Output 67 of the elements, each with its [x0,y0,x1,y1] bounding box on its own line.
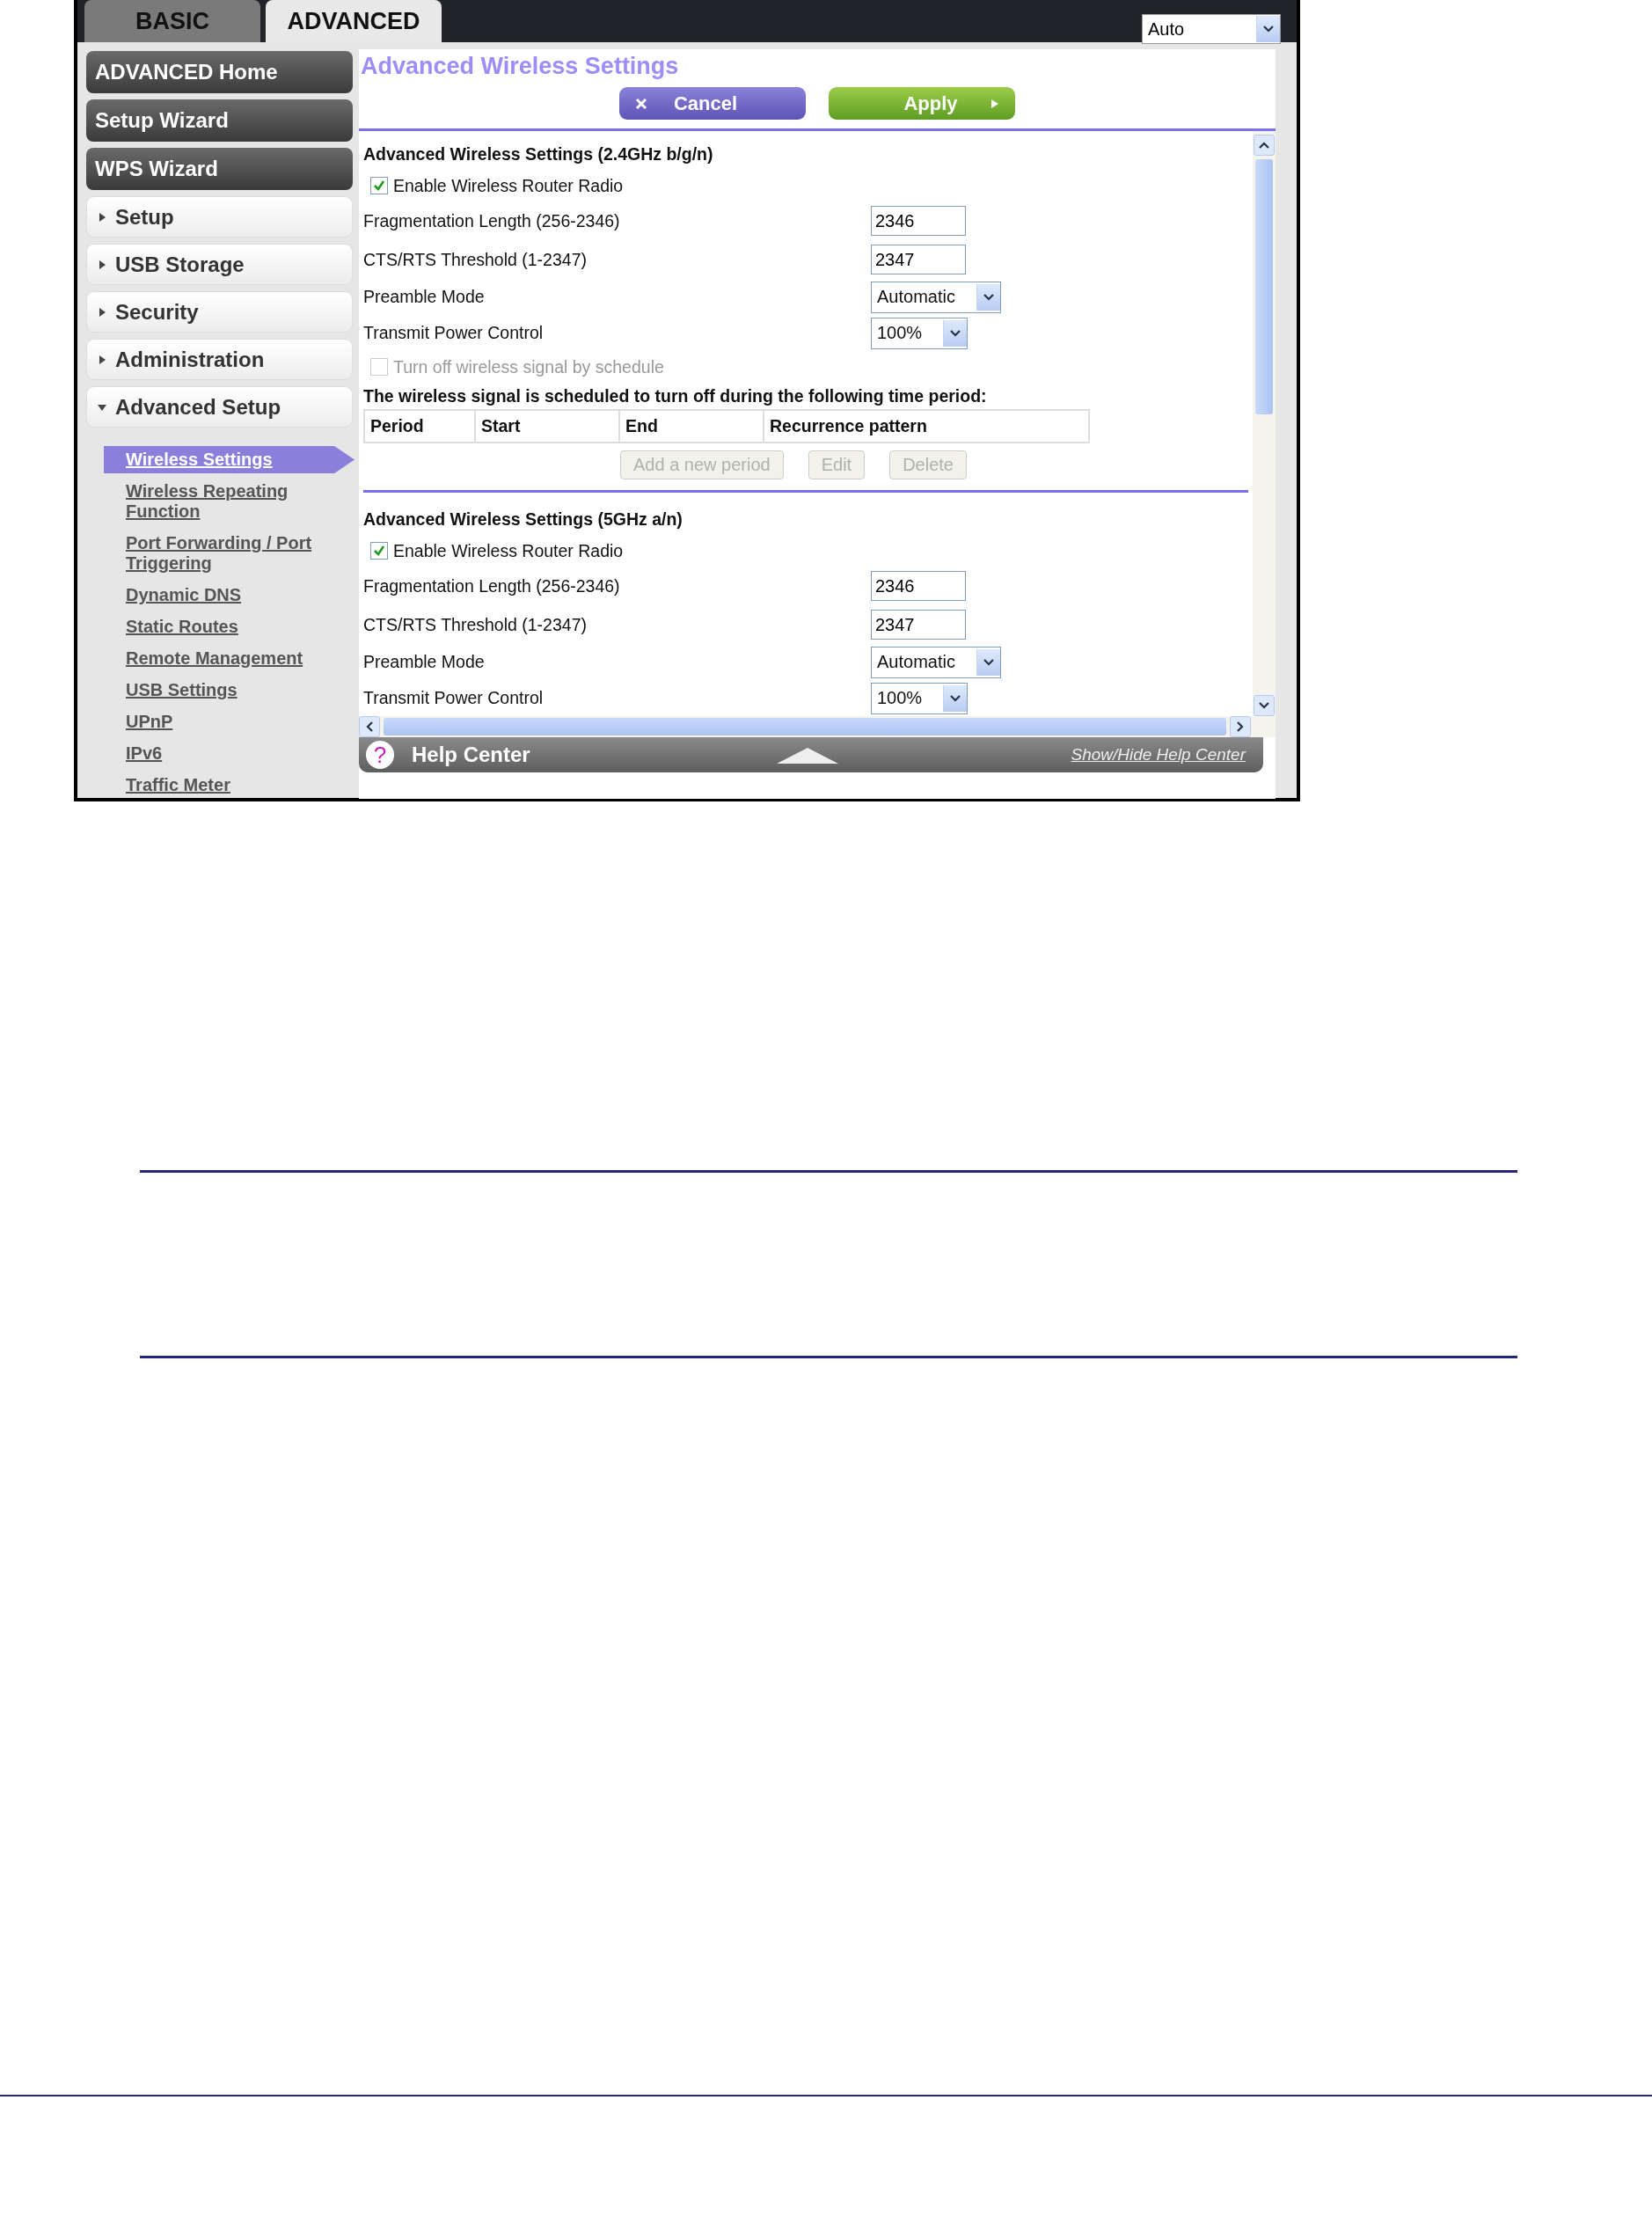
field-label: CTS/RTS Threshold (1-2347) [363,614,588,635]
dropdown[interactable]: Automatic [871,646,1001,678]
menu-section[interactable]: Security [86,291,353,333]
menu-section[interactable]: Administration [86,339,353,380]
field-label: Preamble Mode [363,652,486,672]
dropdown[interactable]: 100% [871,682,969,714]
menu-link[interactable]: USB Settings [104,677,355,704]
checkbox-label: Enable Wireless Router Radio [393,175,624,196]
chevron-down-icon [949,328,962,338]
checkbox[interactable] [370,542,388,560]
section-heading: Advanced Wireless Settings (5GHz a/n) [363,508,683,530]
column-header: Period [369,415,425,437]
menu-link[interactable]: UPnP [104,708,355,735]
menu-button[interactable]: WPS Wizard [86,148,353,190]
field-label: CTS/RTS Threshold (1-2347) [363,249,588,270]
menu-button[interactable]: ADVANCED Home [86,51,353,93]
checkbox[interactable] [370,177,388,194]
field-label: Preamble Mode [363,287,486,307]
column-header: Recurrence pattern [763,411,1088,442]
section-heading: Advanced Wireless Settings (2.4GHz b/g/n) [363,143,714,165]
schedule-note: The wireless signal is scheduled to turn off during the following time period: [363,384,988,407]
menu-link[interactable]: Static Routes [104,613,355,640]
text-field[interactable]: 2346 [871,206,966,236]
show-hide-help-link[interactable]: Show/Hide Help Center [1071,745,1246,765]
help-icon[interactable]: ? [366,741,394,769]
column-header: Start [474,411,618,442]
close-icon [635,97,647,110]
triangle-right-icon [990,98,999,109]
text-field[interactable]: 2347 [871,245,966,274]
menu-link[interactable]: Dynamic DNS [104,582,355,609]
menu-section[interactable]: USB Storage [86,244,353,285]
checkbox-label: Enable Wireless Router Radio [393,540,624,561]
vertical-scrollbar[interactable] [1253,131,1276,716]
text-field[interactable]: 2346 [871,571,966,601]
help-center-title: Help Center [412,743,530,767]
menu-button[interactable]: Setup Wizard [86,99,353,142]
field-label: Transmit Power Control [363,688,545,708]
dropdown[interactable]: 100% [871,317,969,349]
menu-link[interactable]: Port Forwarding / Port Triggering [104,530,355,577]
menu-link[interactable]: Wireless Repeating Function [104,478,355,525]
column-header: End [618,411,763,442]
menu-section[interactable]: Setup [86,196,353,238]
field-label: Fragmentation Length (256-2346) [363,575,621,596]
dropdown[interactable]: Automatic [871,281,1001,313]
menu-link[interactable]: Remote Management [104,645,355,672]
menu-section[interactable]: Advanced Setup [86,386,353,428]
checkbox-label: Turn off wireless signal by schedule [393,356,664,377]
chevron-down-icon [1262,25,1275,33]
tab[interactable]: ADVANCED [266,0,442,42]
chevron-up-icon [1258,141,1270,150]
chevron-left-icon [365,721,374,733]
field-label: Transmit Power Control [363,323,545,343]
chevron-right-icon [1236,721,1245,733]
tab[interactable]: BASIC [84,0,260,42]
chevron-down-icon [982,292,995,302]
menu-link[interactable]: IPv6 [104,740,355,767]
chevron-down-icon [949,693,962,703]
page-title: Advanced Wireless Settings [360,52,680,80]
chevron-down-icon [1258,701,1270,710]
horizontal-scrollbar[interactable] [359,716,1276,737]
text-field[interactable]: 2347 [871,610,966,640]
cancel-button[interactable]: Cancel [619,87,806,120]
language-dropdown[interactable]: Auto [1142,14,1281,44]
triangle-up-icon[interactable] [777,748,838,764]
chevron-down-icon [982,657,995,667]
field-label: Fragmentation Length (256-2346) [363,210,621,231]
menu-link[interactable]: Traffic Meter [104,772,355,799]
